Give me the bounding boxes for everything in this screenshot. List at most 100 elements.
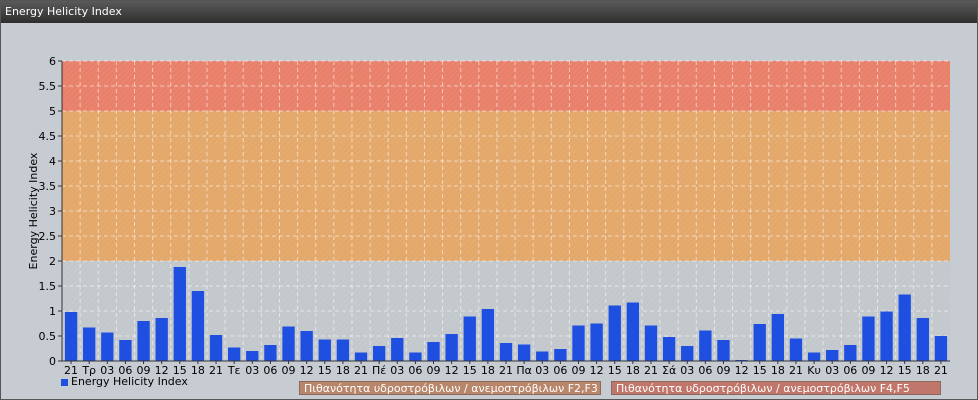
window-title: Energy Helicity Index	[1, 1, 977, 23]
y-tick-label: 3	[49, 205, 56, 218]
x-tick-label: 06	[408, 364, 422, 377]
x-tick-label: 06	[698, 364, 712, 377]
x-tick-label: 09	[427, 364, 441, 377]
bar	[517, 344, 531, 361]
x-tick-label: 18	[771, 364, 785, 377]
bar	[626, 302, 640, 361]
bar	[463, 316, 476, 361]
y-tick-label: 1.5	[39, 280, 57, 293]
bar	[264, 345, 277, 361]
x-tick-label: 06	[843, 364, 857, 377]
bar	[173, 267, 186, 361]
bar	[662, 337, 676, 361]
x-tick-label: 09	[571, 364, 585, 377]
x-tick-label: 21	[644, 364, 658, 377]
y-tick-label: 1	[49, 305, 56, 318]
bar	[137, 321, 150, 361]
bar	[391, 338, 404, 361]
y-axis-label: Energy Helicity Index	[27, 152, 40, 269]
bar	[644, 325, 658, 361]
legend-series: Energy Helicity Index	[61, 375, 188, 389]
bar	[572, 325, 585, 361]
x-tick-label: 15	[318, 364, 332, 377]
x-tick-label: 15	[753, 364, 767, 377]
bar	[246, 351, 259, 361]
x-tick-label: 18	[626, 364, 640, 377]
bar	[409, 352, 422, 361]
bar	[155, 318, 168, 361]
x-tick-label: Πέ	[372, 364, 386, 377]
y-tick-label: 3.5	[39, 180, 57, 193]
bar	[789, 338, 803, 361]
bar	[771, 314, 784, 361]
bar	[862, 316, 875, 361]
legend-band-f2f3: Πιθανότητα υδροστρόβιλων / ανεμοστρόβιλω…	[299, 381, 601, 395]
x-tick-label: 18	[916, 364, 930, 377]
bar	[354, 352, 368, 361]
x-tick-label: 03	[535, 364, 549, 377]
x-tick-label: 15	[898, 364, 912, 377]
bar	[336, 339, 350, 361]
x-tick-label: 21	[354, 364, 368, 377]
bar	[83, 327, 96, 361]
bar	[844, 345, 857, 361]
x-tick-label: 12	[880, 364, 894, 377]
x-tick-label: 06	[263, 364, 277, 377]
x-tick-label: 15	[463, 364, 477, 377]
y-tick-label: 6	[49, 55, 56, 68]
bar	[807, 352, 821, 361]
bar	[717, 340, 730, 361]
bar	[916, 318, 929, 361]
bar	[119, 340, 132, 361]
x-tick-label: 18	[481, 364, 495, 377]
bar	[228, 347, 241, 361]
bar	[282, 326, 295, 361]
bar	[445, 334, 458, 361]
bar	[536, 351, 549, 361]
bar	[191, 291, 205, 361]
bar	[499, 343, 513, 361]
y-tick-label: 0	[49, 355, 56, 368]
bar	[101, 332, 114, 361]
x-tick-label: 03	[245, 364, 259, 377]
y-tick-label: 5	[49, 105, 56, 118]
y-tick-label: 4.5	[39, 130, 57, 143]
y-tick-label: 2	[49, 255, 56, 268]
bar	[372, 346, 386, 361]
y-tick-label: 5.5	[39, 80, 57, 93]
x-tick-label: 18	[336, 364, 350, 377]
x-tick-label: 12	[445, 364, 459, 377]
x-tick-label: 21	[934, 364, 948, 377]
x-tick-label: Πα	[516, 364, 532, 377]
y-tick-label: 2.5	[39, 230, 57, 243]
x-tick-label: 21	[789, 364, 803, 377]
chart-area: 0 0.5 1 1.5 2 2.5 3 3.5 4 4.5 5 5.5 6 21 Τρ 03 06 09 12 15…	[1, 23, 977, 399]
bar	[318, 339, 331, 361]
y-tick-label: 0.5	[39, 330, 57, 343]
bar	[427, 342, 440, 361]
x-tick-label: 03	[680, 364, 694, 377]
bar	[826, 350, 839, 361]
x-tick-label: 06	[553, 364, 567, 377]
x-tick-label: 18	[191, 364, 205, 377]
legend-band-f4f5: Πιθανότητα υδροστρόβιλων / ανεμοστρόβιλω…	[611, 381, 941, 395]
x-tick-label: 12	[590, 364, 604, 377]
x-tick-label: 09	[282, 364, 296, 377]
bar	[481, 309, 495, 361]
bar	[554, 349, 567, 361]
bar	[608, 305, 621, 361]
x-tick-label: 09	[861, 364, 875, 377]
x-tick-label: 09	[716, 364, 730, 377]
legend-series-label: Energy Helicity Index	[71, 375, 188, 388]
bar	[681, 346, 694, 361]
x-tick-label: 12	[735, 364, 749, 377]
ehi-chart: 00.511.522.533.544.555.56 21 Τρ 03 06 09 12 15…	[27, 55, 950, 377]
bar	[64, 312, 78, 361]
x-tick-label: Κυ	[807, 364, 821, 377]
bar	[934, 336, 948, 361]
bar	[209, 335, 223, 361]
x-tick-label: 03	[825, 364, 839, 377]
x-tick-label: 21	[499, 364, 513, 377]
legend-swatch	[61, 378, 68, 386]
bar	[898, 294, 911, 361]
